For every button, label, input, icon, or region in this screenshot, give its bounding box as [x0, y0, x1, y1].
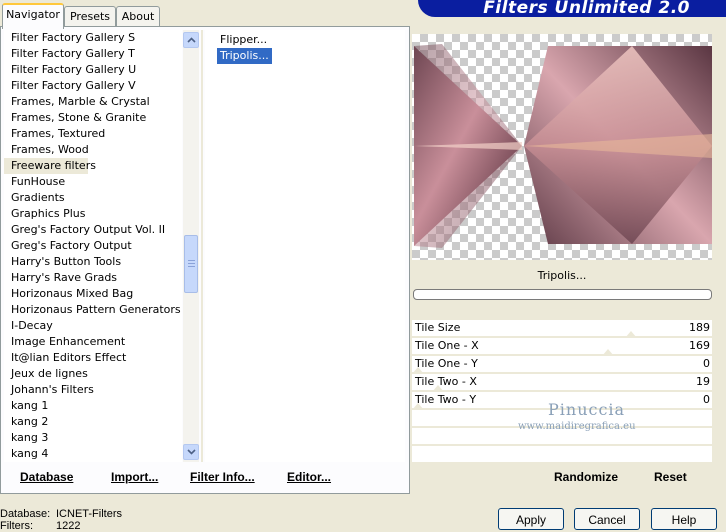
category-item[interactable]: Gradients: [4, 190, 182, 206]
editor-button[interactable]: Editor...: [287, 470, 331, 484]
category-item[interactable]: Image Enhancement: [4, 334, 182, 350]
category-item[interactable]: Filter Factory Gallery U: [4, 62, 182, 78]
parameter-row[interactable]: Tile One - X 169: [412, 338, 712, 356]
category-item[interactable]: kang 3: [4, 430, 182, 446]
parameter-value: 169: [689, 339, 710, 352]
filter-list[interactable]: Flipper... Tripolis...: [205, 30, 405, 462]
parameter-label: Tile Two - X: [415, 375, 477, 388]
category-item[interactable]: Greg's Factory Output: [4, 238, 182, 254]
parameter-slider-marker[interactable]: [412, 367, 424, 374]
category-list[interactable]: Filter Factory Gallery S Filter Factory G…: [4, 30, 182, 462]
category-item[interactable]: Greg's Factory Output Vol. II: [4, 222, 182, 238]
category-item[interactable]: It@lian Editors Effect: [4, 350, 182, 366]
category-item[interactable]: Freeware filters: [4, 158, 96, 174]
banner-title: Filters Unlimited 2.0: [483, 0, 690, 17]
parameter-label: Tile Size: [415, 321, 461, 334]
category-item[interactable]: Frames, Stone & Granite: [4, 110, 182, 126]
parameter-slider-marker[interactable]: [625, 331, 638, 338]
category-item[interactable]: Frames, Textured: [4, 126, 182, 142]
category-item[interactable]: Filter Factory Gallery S: [4, 30, 182, 46]
category-item[interactable]: Frames, Marble & Crystal: [4, 94, 182, 110]
preview-filter-name: Tripolis...: [537, 269, 587, 282]
help-button[interactable]: Help: [651, 508, 717, 530]
category-item[interactable]: Harry's Button Tools: [4, 254, 182, 270]
chevron-down-icon: [186, 449, 196, 455]
parameter-slider-marker[interactable]: [432, 385, 445, 392]
parameter-slider-marker[interactable]: [602, 349, 615, 356]
watermark-name: Pinuccia: [548, 400, 626, 419]
category-item[interactable]: FunHouse: [4, 174, 182, 190]
parameter-value: 19: [696, 375, 710, 388]
category-item[interactable]: Filter Factory Gallery T: [4, 46, 182, 62]
parameter-row[interactable]: Tile Size 189: [412, 320, 712, 338]
category-item[interactable]: kang 4: [4, 446, 182, 462]
scroll-down-button[interactable]: [183, 444, 199, 460]
parameter-label: Tile One - X: [415, 339, 479, 352]
parameter-value: 189: [689, 321, 710, 334]
category-item[interactable]: Horizonaus Pattern Generators: [4, 302, 182, 318]
title-banner: Filters Unlimited 2.0: [418, 0, 726, 17]
parameter-slider-marker[interactable]: [412, 403, 424, 410]
scroll-thumb[interactable]: [184, 235, 198, 293]
filters-label: Filters:: [0, 520, 33, 532]
filter-item-flipper[interactable]: Flipper...: [217, 32, 270, 48]
parameter-row[interactable]: Tile One - Y 0: [412, 356, 712, 374]
parameter-value: 0: [703, 393, 710, 406]
tab-navigator[interactable]: Navigator: [2, 3, 64, 29]
filters-count: 1222: [56, 520, 81, 532]
category-item[interactable]: Jeux de lignes: [4, 366, 182, 382]
parameter-label: Tile One - Y: [415, 357, 478, 370]
database-value: ICNET-Filters: [56, 508, 122, 520]
watermark-url: www.maidiregrafica.eu: [518, 421, 636, 432]
reset-button[interactable]: Reset: [654, 470, 687, 484]
parameter-row[interactable]: Tile Two - X 19: [412, 374, 712, 392]
parameter-row-empty: [412, 446, 712, 464]
randomize-button[interactable]: Randomize: [554, 470, 618, 484]
parameter-panel[interactable]: Tile Size 189 Tile One - X 169 Tile One - Y 0…: [412, 320, 712, 464]
database-button[interactable]: Database: [20, 470, 73, 484]
category-item[interactable]: Frames, Wood: [4, 142, 182, 158]
preview-image: [412, 34, 712, 260]
category-item[interactable]: I-Decay: [4, 318, 182, 334]
parameter-value: 0: [703, 357, 710, 370]
chevron-up-icon: [186, 37, 196, 43]
database-label: Database:: [0, 508, 51, 520]
category-item[interactable]: kang 2: [4, 414, 182, 430]
progress-bar: [413, 289, 712, 300]
category-item[interactable]: kang 1: [4, 398, 182, 414]
cancel-button[interactable]: Cancel: [574, 508, 640, 530]
filter-info-button[interactable]: Filter Info...: [190, 470, 255, 484]
filter-item-tripolis[interactable]: Tripolis...: [217, 48, 272, 64]
scroll-up-button[interactable]: [183, 32, 199, 48]
category-item[interactable]: Filter Factory Gallery V: [4, 78, 182, 94]
category-item[interactable]: Harry's Rave Grads: [4, 270, 182, 286]
category-item[interactable]: Horizonaus Mixed Bag: [4, 286, 182, 302]
import-button[interactable]: Import...: [111, 470, 158, 484]
category-item[interactable]: Graphics Plus: [4, 206, 182, 222]
category-scrollbar[interactable]: [183, 30, 199, 462]
list-divider: [201, 30, 203, 462]
apply-button[interactable]: Apply: [498, 508, 564, 530]
parameter-label: Tile Two - Y: [415, 393, 477, 406]
category-item[interactable]: Johann's Filters: [4, 382, 182, 398]
preview-artwork: [414, 44, 712, 248]
tab-about[interactable]: About: [116, 6, 160, 27]
tab-presets[interactable]: Presets: [64, 6, 116, 27]
